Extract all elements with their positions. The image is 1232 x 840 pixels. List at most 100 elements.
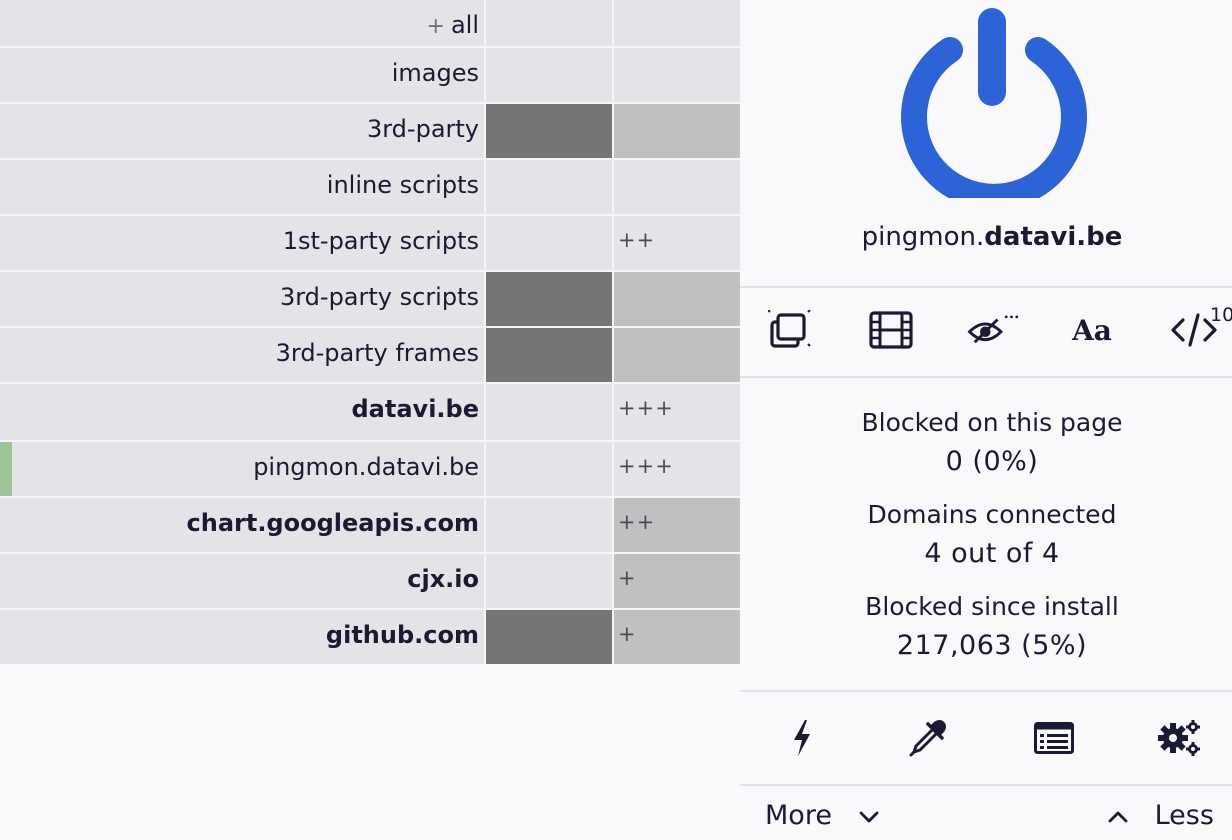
global-rule-cell[interactable] [486, 554, 612, 608]
row-separator [0, 214, 740, 216]
firewall-row-name: 3rd-party frames [275, 339, 479, 367]
row-separator [0, 552, 740, 554]
row-separator [0, 102, 740, 104]
firewall-row-name: inline scripts [326, 171, 479, 199]
global-rule-cell[interactable] [486, 272, 612, 326]
row-separator [0, 158, 740, 160]
column-separator [612, 0, 614, 664]
stat-label-blocked-install: Blocked since install [865, 592, 1119, 621]
firewall-row-label[interactable]: inline scripts [0, 160, 484, 214]
hostname-subdomain: pingmon. [861, 222, 985, 252]
firewall-row-label[interactable]: pingmon.datavi.be [0, 442, 484, 496]
firewall-row-label[interactable]: datavi.be [0, 384, 484, 438]
dashboard-button[interactable] [1152, 710, 1208, 766]
firewall-row-label[interactable]: images [0, 48, 484, 102]
local-rule-cell[interactable] [614, 104, 740, 158]
local-rule-cell[interactable] [614, 160, 740, 214]
cosmetic-filter-eye-icon [967, 315, 1019, 344]
stat-label-blocked-page: Blocked on this page [861, 408, 1123, 437]
firewall-row-label[interactable]: 3rd-party [0, 104, 484, 158]
global-rule-cell[interactable] [486, 48, 612, 102]
firewall-row-name: 1st-party scripts [282, 227, 479, 255]
less-button[interactable]: Less [1108, 800, 1214, 831]
global-rule-cell[interactable] [486, 104, 612, 158]
local-rule-cell[interactable]: + [614, 610, 740, 664]
stat-value-blocked-page: 0 (0%) [945, 446, 1039, 477]
firewall-row: 3rd-party scripts [0, 272, 740, 326]
firewall-row: inline scripts [0, 160, 740, 214]
local-rule-cell[interactable]: ++ [614, 498, 740, 552]
local-rule-cell[interactable] [614, 48, 740, 102]
element-zapper-button[interactable] [774, 710, 830, 766]
local-rule-cell[interactable]: +++ [614, 384, 740, 438]
row-separator [0, 382, 740, 384]
no-remote-fonts-toggle[interactable]: Aa [1064, 302, 1120, 358]
firewall-row-label[interactable]: chart.googleapis.com [0, 498, 484, 552]
divider [740, 376, 1232, 378]
firewall-row-name: images [391, 59, 479, 87]
firewall-row: github.com + [0, 610, 740, 664]
global-rule-cell[interactable] [486, 610, 612, 664]
global-rule-cell[interactable] [486, 498, 612, 552]
firewall-row: cjx.io + [0, 554, 740, 608]
row-separator [0, 326, 740, 328]
firewall-row-name: pingmon.datavi.be [253, 453, 479, 481]
media-film-icon [869, 311, 913, 349]
scripts-count-badge: 10 [1210, 304, 1232, 326]
more-button[interactable]: More [765, 800, 879, 831]
firewall-row-name: datavi.be [351, 395, 480, 423]
firewall-row-label[interactable]: github.com [0, 610, 484, 664]
popup-panel: pingmon.datavi.be Aa 10 Blocked on this … [740, 0, 1232, 840]
global-rule-cell[interactable] [486, 384, 612, 438]
firewall-row-label[interactable]: 3rd-party scripts [0, 272, 484, 326]
row-separator [0, 608, 740, 610]
power-icon [901, 8, 1087, 210]
firewall-row-label[interactable]: 3rd-party frames [0, 328, 484, 382]
row-separator [0, 270, 740, 272]
page-hostname: pingmon.datavi.be [740, 222, 1232, 252]
firewall-row: chart.googleapis.com ++ [0, 498, 740, 552]
column-separator [484, 0, 486, 664]
row-separator [0, 440, 740, 442]
local-rule-cell[interactable]: +++ [614, 442, 740, 496]
less-label: Less [1154, 800, 1214, 831]
divider [740, 784, 1232, 786]
chevron-up-icon [1108, 811, 1128, 822]
firewall-row-name: github.com [325, 621, 479, 649]
row-separator [0, 46, 740, 48]
more-label: More [765, 800, 832, 831]
stat-value-domains: 4 out of 4 [924, 538, 1060, 569]
firewall-row-label[interactable]: cjx.io [0, 554, 484, 608]
firewall-row: 3rd-party frames [0, 328, 740, 382]
firewall-row-label[interactable]: 1st-party scripts [0, 216, 484, 270]
no-large-media-toggle[interactable] [863, 302, 919, 358]
firewall-row: 1st-party scripts ++ [0, 216, 740, 270]
global-rule-cell[interactable] [486, 328, 612, 382]
no-popups-toggle[interactable] [762, 302, 818, 358]
local-rule-cell[interactable] [614, 272, 740, 326]
firewall-row: 3rd-party [0, 104, 740, 158]
popup-blocker-icon [768, 310, 811, 348]
global-rule-cell[interactable] [486, 216, 612, 270]
firewall-row-name: 3rd-party [366, 115, 479, 143]
logger-button[interactable] [1026, 710, 1082, 766]
element-picker-button[interactable] [900, 710, 956, 766]
no-cosmetic-filtering-toggle[interactable] [966, 302, 1022, 358]
global-rule-cell[interactable] [486, 442, 612, 496]
firewall-row-name: cjx.io [407, 565, 479, 593]
power-button[interactable] [892, 2, 1088, 210]
local-rule-cell[interactable] [614, 328, 740, 382]
firewall-row-name: 3rd-party scripts [279, 283, 479, 311]
local-rule-cell[interactable]: ++ [614, 216, 740, 270]
firewall-row: datavi.be +++ [0, 384, 740, 438]
firewall-row-name: all [450, 11, 479, 39]
zap-icon [794, 720, 810, 756]
chevron-down-icon [859, 811, 878, 822]
global-rule-cell[interactable] [486, 160, 612, 214]
firewall-row: pingmon.datavi.be +++ [0, 442, 740, 496]
stat-value-blocked-install: 217,063 (5%) [896, 630, 1088, 661]
firewall-row-name: chart.googleapis.com [186, 509, 480, 537]
remote-fonts-icon: Aa [1072, 313, 1112, 347]
local-rule-cell[interactable]: + [614, 554, 740, 608]
hostname-domain: datavi.be [984, 222, 1123, 252]
